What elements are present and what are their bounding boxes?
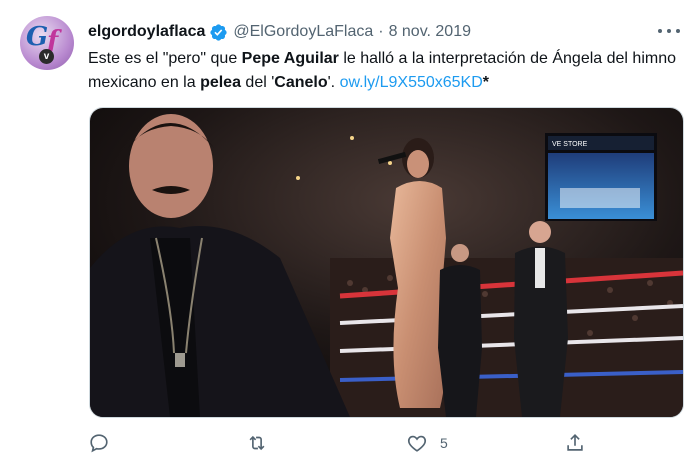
text-part: '. [327, 74, 340, 91]
tweet-media[interactable]: VE STORE [89, 107, 684, 418]
media-photo: VE STORE [90, 108, 683, 417]
avatar[interactable]: G f v [20, 16, 74, 70]
scoreboard-text: VE STORE [552, 141, 588, 148]
avatar-letter-g: G [26, 22, 49, 52]
tweet-header: elgordoylaflaca @ElGordoyLaFlaca · 8 nov… [88, 20, 471, 44]
tweet-date[interactable]: 8 nov. 2019 [389, 23, 471, 41]
tweet-text: Este es el "pero" que Pepe Aguilar le ha… [88, 47, 688, 95]
reply-icon [90, 434, 108, 453]
heart-icon [407, 435, 427, 452]
like-count: 5 [440, 435, 448, 451]
text-part: Este es el "pero" que [88, 50, 242, 67]
retweet-icon [249, 435, 265, 451]
avatar-badge: v [39, 49, 54, 64]
user-handle[interactable]: @ElGordoyLaFlaca [233, 23, 373, 41]
more-icon[interactable] [658, 22, 680, 40]
text-bold-canelo: Canelo [274, 74, 328, 91]
share-button[interactable] [564, 428, 598, 458]
like-button[interactable]: 5 [406, 428, 448, 458]
text-bold-pelea: pelea [200, 74, 241, 91]
text-bold-pepe-aguilar: Pepe Aguilar [241, 50, 339, 67]
retweet-button[interactable] [246, 428, 280, 458]
display-name[interactable]: elgordoylaflaca [88, 23, 205, 41]
text-trail: * [482, 74, 490, 91]
action-bar: 5 [88, 428, 688, 458]
tweet-link[interactable]: ow.ly/L9X550x65KD [340, 74, 483, 91]
separator-dot: · [378, 23, 384, 40]
text-part: del ' [240, 74, 275, 91]
share-icon [567, 434, 583, 451]
verified-badge-icon [210, 23, 227, 41]
reply-button[interactable] [88, 428, 122, 458]
